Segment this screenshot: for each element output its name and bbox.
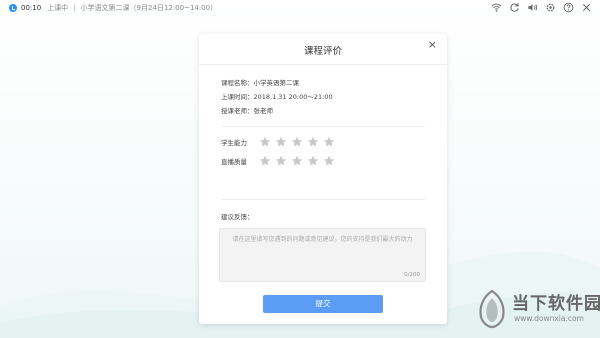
star-icon[interactable] bbox=[259, 155, 271, 167]
course-schedule: 小学语文第二课（9月24日12:00~14:00） bbox=[80, 4, 218, 12]
session-status: 上课中 bbox=[47, 4, 69, 12]
star-rating bbox=[259, 136, 335, 148]
star-icon[interactable] bbox=[307, 155, 319, 167]
session-timer: 00:10 bbox=[21, 4, 42, 12]
refresh-icon[interactable] bbox=[509, 2, 520, 13]
window-controls bbox=[491, 2, 592, 13]
topbar-separator: | bbox=[73, 4, 76, 12]
course-evaluation-dialog: 课程评价 × 课程名称：小学英语第二课 上课时间：2018.1.31 20:00… bbox=[199, 34, 447, 324]
star-icon[interactable] bbox=[275, 136, 287, 148]
class-time: 上课时间：2018.1.31 20:00～21:00 bbox=[221, 93, 333, 101]
watermark-url: www.downxia.com bbox=[514, 314, 584, 323]
section-divider bbox=[221, 199, 425, 200]
feedback-input[interactable] bbox=[220, 229, 425, 281]
star-icon[interactable] bbox=[291, 136, 303, 148]
rating-row-live-quality: 直播质量 bbox=[221, 154, 335, 168]
wifi-icon[interactable] bbox=[491, 2, 502, 13]
help-icon[interactable] bbox=[563, 2, 574, 13]
star-icon[interactable] bbox=[259, 136, 271, 148]
rating-label: 学生能力 bbox=[221, 139, 247, 147]
title-divider bbox=[199, 64, 447, 65]
section-divider bbox=[221, 126, 425, 127]
star-rating bbox=[259, 155, 335, 167]
rating-row-student-ability: 学生能力 bbox=[221, 135, 335, 149]
watermark: 当下软件园 www.downxia.com bbox=[474, 287, 600, 333]
settings-icon[interactable] bbox=[545, 2, 556, 13]
star-icon[interactable] bbox=[291, 155, 303, 167]
feedback-box: 0/200 bbox=[219, 228, 426, 282]
rating-label: 直播质量 bbox=[221, 158, 247, 166]
teacher-name: 授课老师：张老师 bbox=[221, 107, 273, 115]
star-icon[interactable] bbox=[323, 155, 335, 167]
feedback-label: 建议反馈： bbox=[221, 213, 254, 221]
star-icon[interactable] bbox=[307, 136, 319, 148]
course-info: 课程名称：小学英语第二课 上课时间：2018.1.31 20:00～21:00 … bbox=[221, 76, 333, 118]
course-name: 课程名称：小学英语第二课 bbox=[221, 79, 299, 87]
close-icon[interactable] bbox=[581, 2, 592, 13]
watermark-logo-icon bbox=[479, 289, 505, 329]
dialog-close-button[interactable]: × bbox=[428, 39, 437, 50]
watermark-text: 当下软件园 bbox=[512, 294, 600, 314]
submit-button[interactable]: 提交 bbox=[263, 295, 383, 313]
star-icon[interactable] bbox=[323, 136, 335, 148]
star-icon[interactable] bbox=[275, 155, 287, 167]
live-status-icon bbox=[9, 4, 17, 12]
volume-icon[interactable] bbox=[527, 2, 538, 13]
top-status-bar: 00:10 上课中 | 小学语文第二课（9月24日12:00~14:00） bbox=[0, 0, 600, 16]
feedback-char-count: 0/200 bbox=[404, 272, 420, 278]
dialog-title: 课程评价 bbox=[303, 46, 342, 57]
